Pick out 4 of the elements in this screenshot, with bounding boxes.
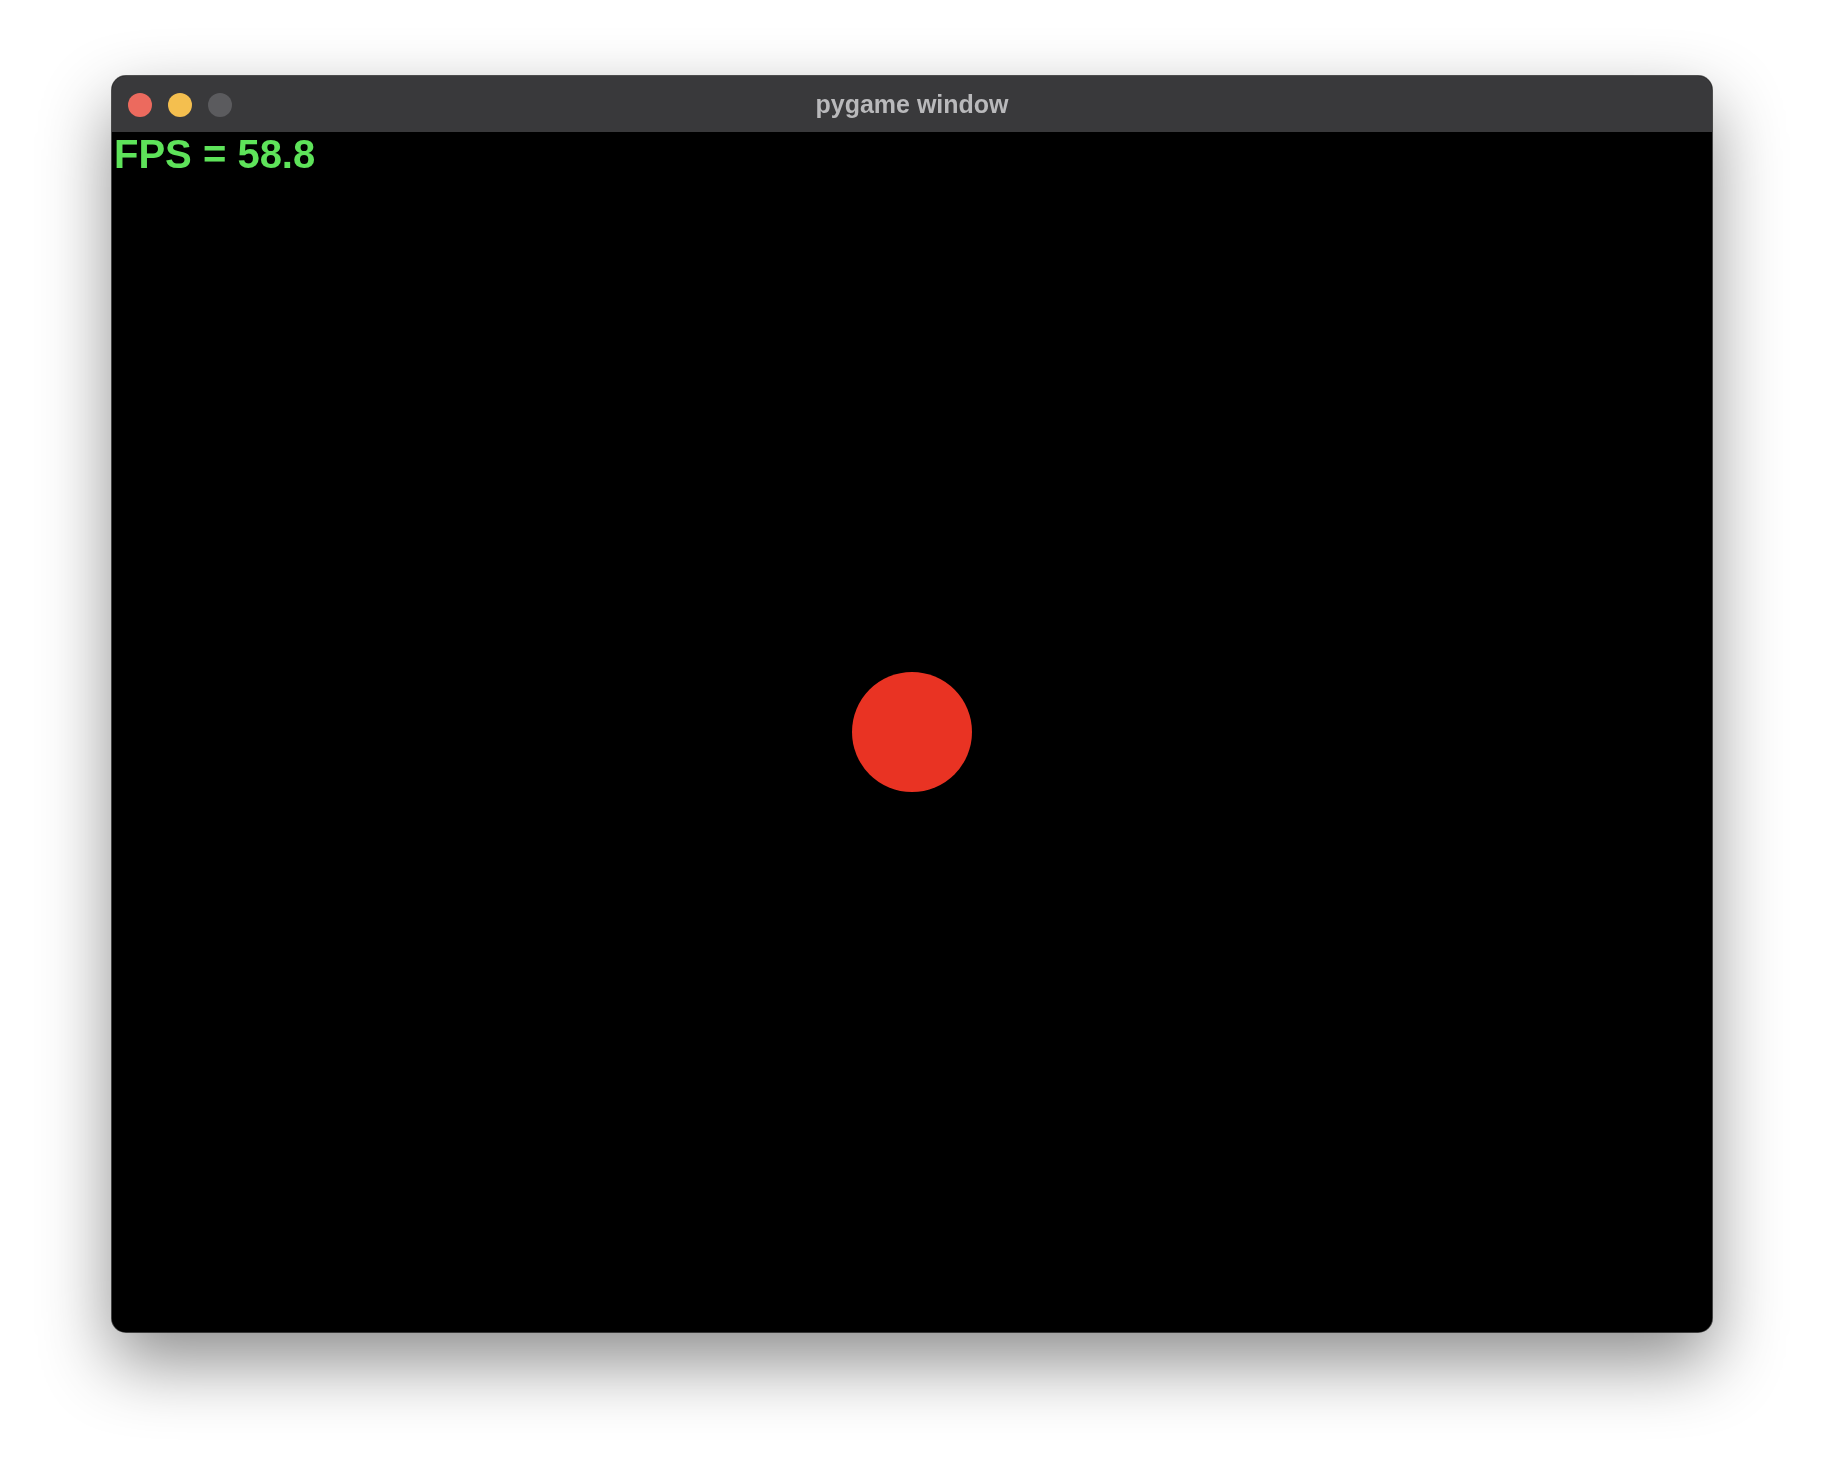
window-title: pygame window bbox=[815, 89, 1009, 119]
minimize-button[interactable] bbox=[168, 93, 192, 117]
fps-counter: FPS = 58.8 bbox=[114, 132, 316, 176]
close-button[interactable] bbox=[128, 93, 152, 117]
